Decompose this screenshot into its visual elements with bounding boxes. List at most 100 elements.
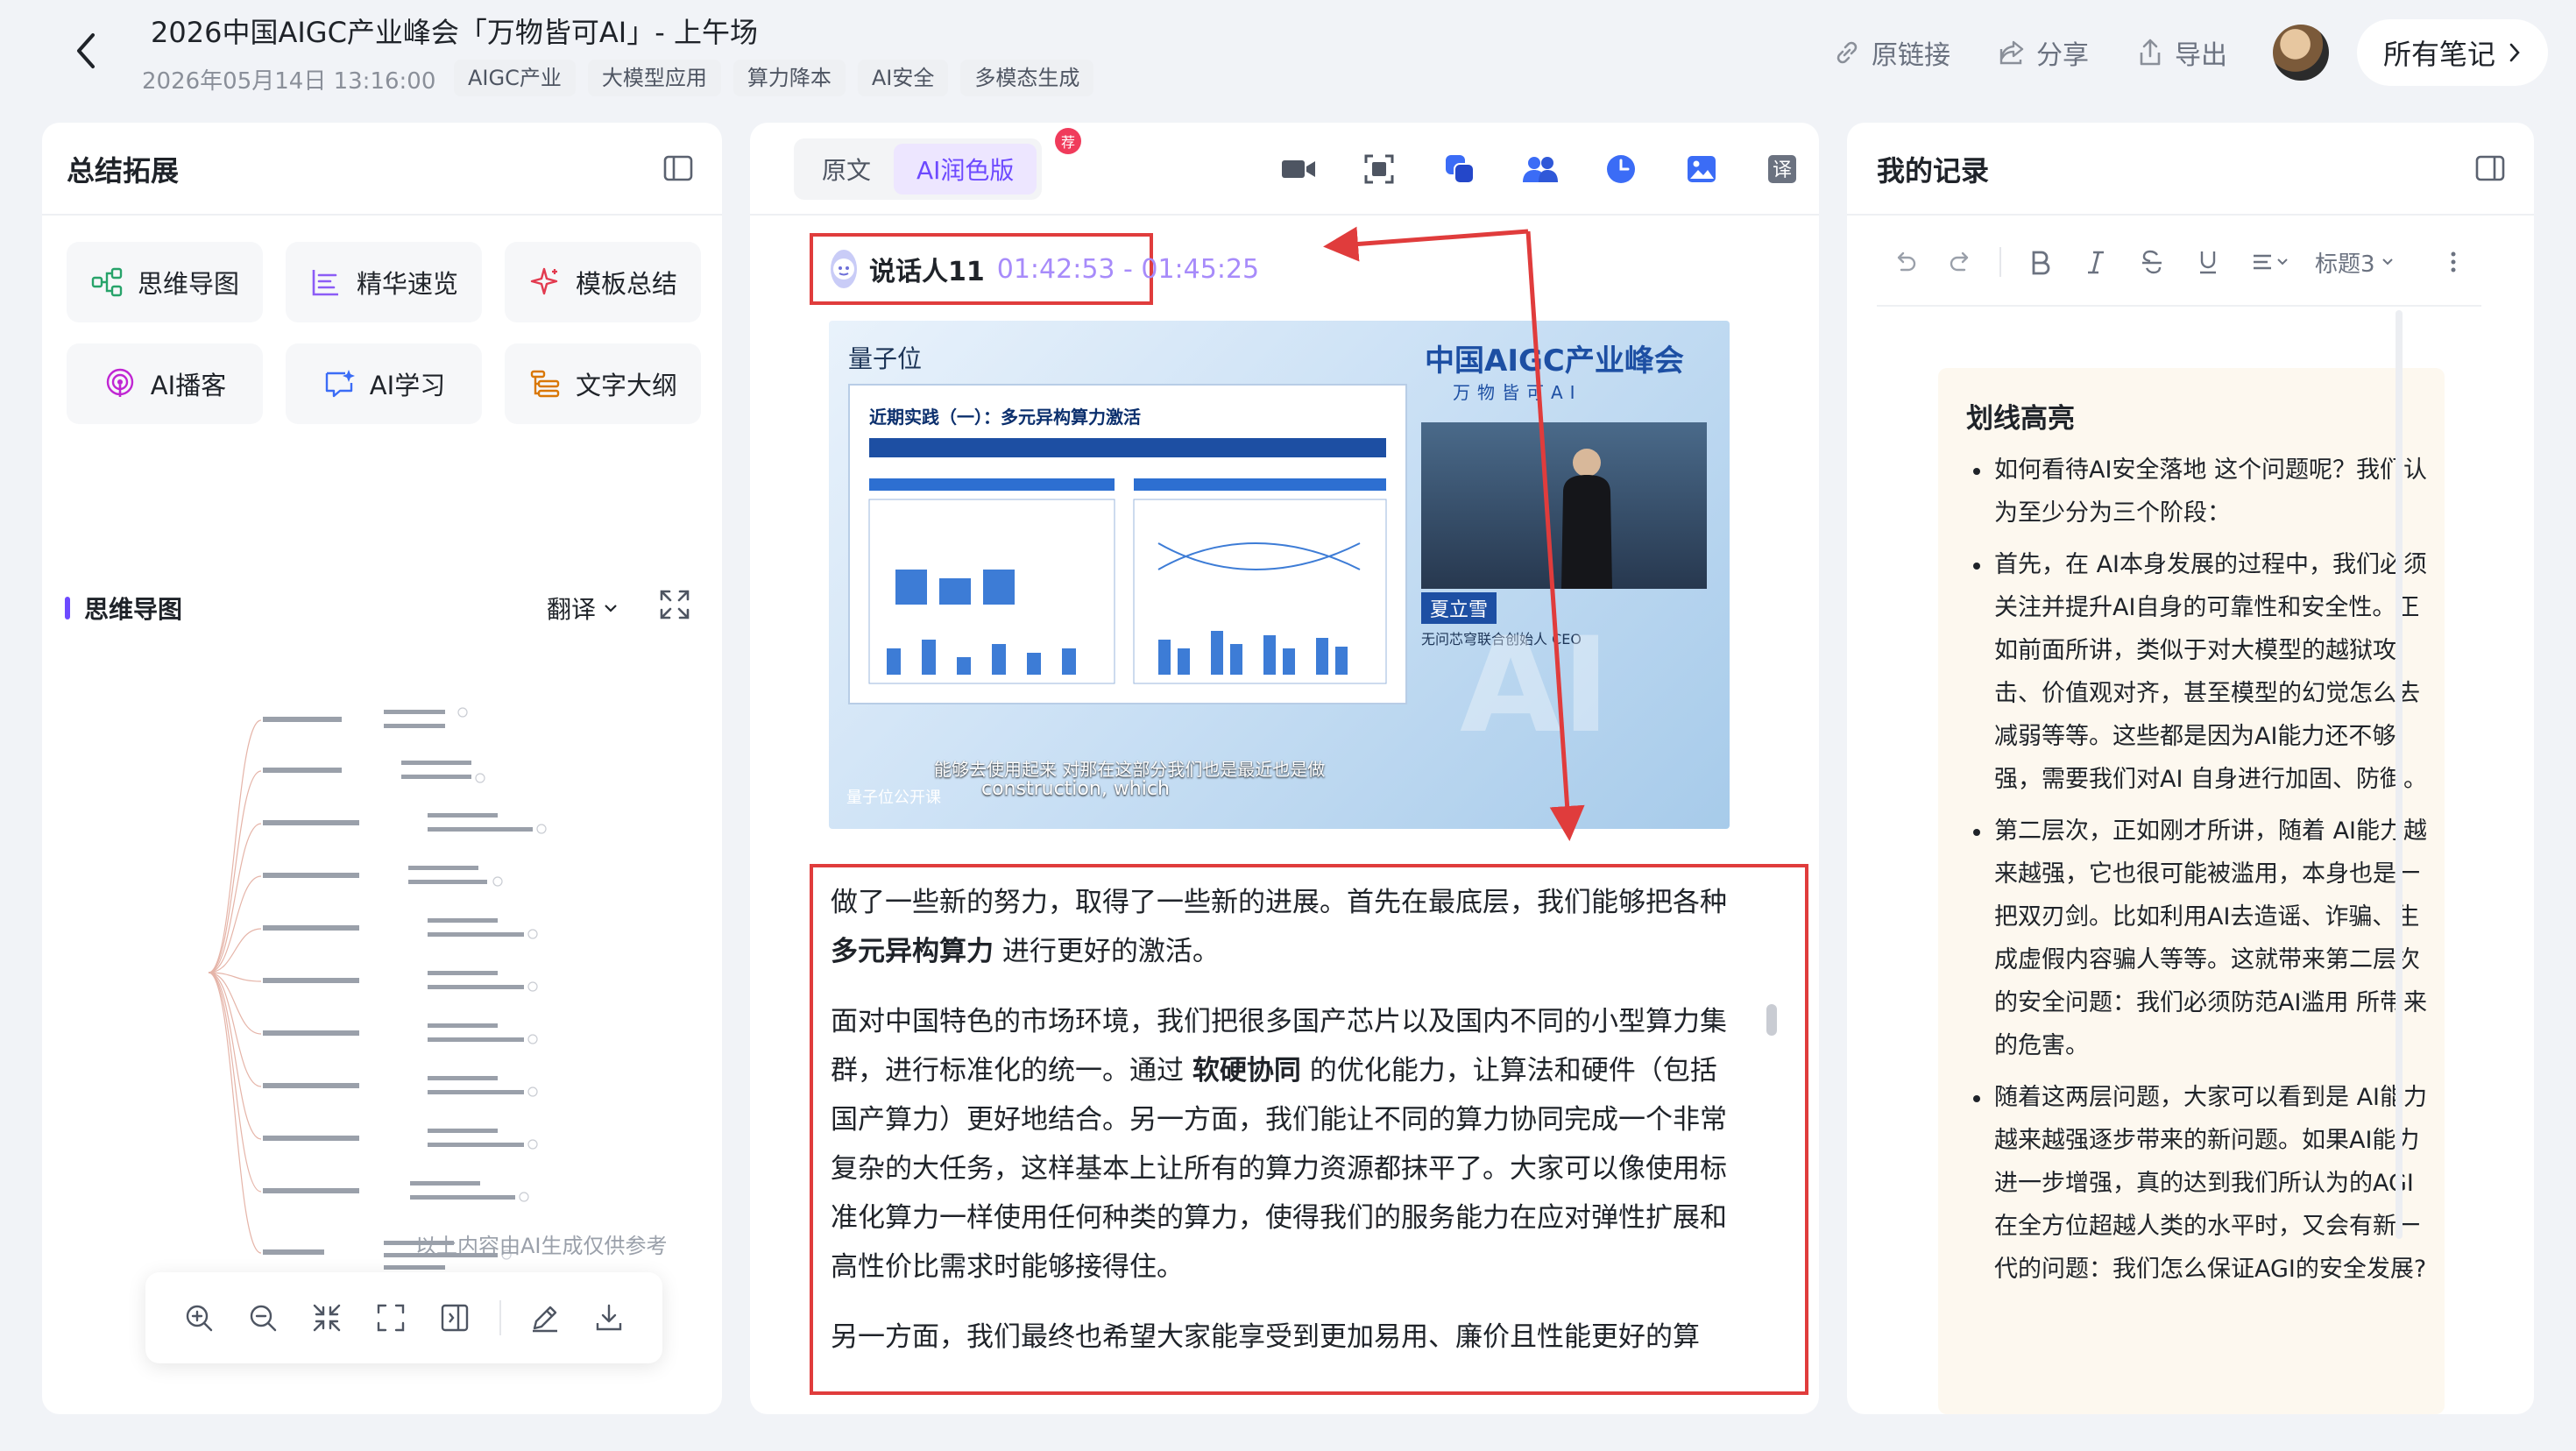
fullscreen-icon[interactable]	[657, 587, 692, 622]
highlight-item[interactable]: 随着这两层问题，大家可以看到是 AI能力越来越强逐步带来的新问题。如果AI能力进…	[1966, 1076, 2431, 1291]
redo-button[interactable]	[1933, 241, 1989, 283]
notes-scrollbar[interactable]	[2396, 310, 2403, 1239]
zoom-in-button[interactable]	[166, 1292, 230, 1344]
divider	[1999, 247, 2001, 277]
italic-button[interactable]	[2068, 241, 2124, 283]
highlight-card: 划线高亮 如何看待AI安全落地 这个问题呢？我们认为至少分为三个阶段： 首先，在…	[1938, 368, 2445, 1414]
speaker-time-range[interactable]: 01:42:53 - 01:45:25	[997, 254, 1259, 285]
layout-icon	[442, 1304, 469, 1332]
tag[interactable]: 算力降本	[732, 60, 846, 96]
transcript-text[interactable]: 做了一些新的努力，取得了一些新的进展。首先在最底层，我们能够把各种 多元异构算力…	[831, 878, 1742, 1383]
tab-original[interactable]: 原文	[799, 144, 894, 195]
share-button[interactable]: 分享	[1996, 33, 2089, 72]
capture-icon	[1364, 154, 1394, 184]
presentation-slide: 近期实践（一）：多元异构算力激活	[848, 384, 1407, 704]
image-button[interactable]	[1661, 147, 1742, 191]
tag[interactable]: 多模态生成	[960, 60, 1094, 96]
heading-dropdown[interactable]: 标题3	[2306, 246, 2403, 279]
transcript-scrollbar[interactable]	[1766, 1004, 1777, 1036]
podcast-icon	[106, 368, 133, 397]
chevron-down-icon	[2381, 258, 2393, 265]
export-button[interactable]: 导出	[2134, 33, 2227, 72]
translate-button[interactable]: 译	[1742, 147, 1822, 191]
video-conference-title: 中国AIGC产业峰会	[1425, 343, 1684, 379]
screenshot-button[interactable]	[1339, 147, 1419, 191]
tag[interactable]: AIGC产业	[454, 60, 576, 96]
chevron-down-icon	[605, 605, 617, 612]
transcript-panel-header: 原文 AI润色版 荐 译	[750, 123, 1819, 216]
copy-icon	[1446, 155, 1475, 184]
tool-text-outline[interactable]: 文字大纲	[505, 343, 701, 424]
undo-button[interactable]	[1877, 241, 1933, 283]
stage-ai-text: AI	[1460, 610, 1610, 762]
transcript-toolbar: 译	[1258, 147, 1822, 191]
tool-ai-learning[interactable]: AI学习	[286, 343, 482, 424]
video-button[interactable]	[1258, 147, 1339, 191]
panel-toggle-icon[interactable]	[662, 152, 694, 184]
fit-screen-icon	[377, 1304, 405, 1332]
all-notes-button[interactable]: 所有笔记	[2356, 19, 2548, 86]
download-button[interactable]	[577, 1292, 641, 1344]
video-player[interactable]: 量子位 中国AIGC产业峰会 万物皆可AI 近期实践（一）：多元异构算力激活 夏…	[829, 321, 1730, 829]
slide-title: 近期实践（一）：多元异构算力激活	[869, 407, 1141, 428]
record-datetime: 2026年05月14日 13:16:00	[142, 68, 436, 95]
keyword: 软硬协同	[1192, 1055, 1301, 1086]
edit-button[interactable]	[513, 1292, 577, 1344]
download-icon	[597, 1304, 622, 1331]
chevron-left-icon	[77, 33, 95, 68]
panel-toggle-icon[interactable]	[2474, 152, 2506, 184]
fit-screen-button[interactable]	[359, 1292, 423, 1344]
avatar[interactable]	[2272, 25, 2329, 81]
speakers-button[interactable]	[1500, 147, 1581, 191]
view-switch: 原文 AI润色版	[794, 138, 1043, 200]
translate-dropdown[interactable]: 翻译	[547, 591, 619, 626]
summary-panel: 总结拓展 思维导图 精华速览 模板总结 AI播客 AI学习 文字大纲 思维导图 …	[42, 123, 722, 1414]
tool-ai-podcast[interactable]: AI播客	[67, 343, 263, 424]
tool-mindmap[interactable]: 思维导图	[67, 242, 263, 322]
strikethrough-button[interactable]	[2124, 241, 2180, 283]
highlight-list: 如何看待AI安全落地 这个问题呢？我们认为至少分为三个阶段： 首先，在 AI本身…	[1966, 449, 2431, 1299]
speaker-header: 说话人11 01:42:53 - 01:45:25	[810, 233, 1259, 305]
editor-toolbar: 标题3	[1877, 237, 2481, 307]
timestamp-button[interactable]	[1581, 147, 1661, 191]
layout-button[interactable]	[423, 1292, 487, 1344]
tag[interactable]: 大模型应用	[587, 60, 721, 96]
mindmap-icon	[91, 267, 123, 297]
video-camera-icon	[1282, 160, 1315, 178]
transcript-paragraph: 面对中国特色的市场环境，我们把很多国产芯片以及国内不同的小型算力集群，进行标准化…	[831, 1006, 1727, 1283]
keyword: 多元异构算力	[831, 936, 994, 967]
underline-button[interactable]	[2180, 241, 2236, 283]
highlight-item[interactable]: 如何看待AI安全落地 这个问题呢？我们认为至少分为三个阶段：	[1966, 449, 2431, 534]
align-left-icon	[2254, 254, 2288, 270]
origin-link-button[interactable]: 原链接	[1831, 33, 1950, 72]
bold-button[interactable]	[2012, 241, 2068, 283]
zoom-out-button[interactable]	[230, 1292, 294, 1344]
transcript-paragraph: 做了一些新的努力，取得了一些新的进展。首先在最底层，我们能够把各种 多元异构算力…	[831, 887, 1727, 967]
mindmap-canvas[interactable]	[200, 640, 655, 1323]
highlight-item[interactable]: 第二层次，正如刚才所讲，随着 AI能力越来越强，它也很可能被滥用，本身也是一把双…	[1966, 810, 2431, 1067]
mindmap-section-header: 思维导图	[65, 591, 182, 626]
notes-panel-title: 我的记录	[1877, 154, 1990, 188]
users-icon	[1523, 157, 1558, 182]
align-dropdown[interactable]	[2236, 241, 2306, 283]
outline-icon	[530, 370, 560, 398]
page-title: 2026中国AIGC产业峰会「万物皆可AI」- 上午场	[151, 16, 758, 49]
tag[interactable]: AI安全	[857, 60, 949, 96]
tool-template-summary[interactable]: 模板总结	[505, 242, 701, 322]
strikethrough-icon	[2142, 250, 2162, 274]
tool-highlights[interactable]: 精华速览	[286, 242, 482, 322]
mindmap-toolbar	[145, 1272, 662, 1363]
more-button[interactable]	[2425, 241, 2481, 283]
chevron-right-icon	[2509, 43, 2520, 62]
copy-button[interactable]	[1419, 147, 1500, 191]
speaker-figure	[1561, 449, 1612, 589]
summary-panel-title: 总结拓展	[67, 154, 180, 188]
recommend-badge: 荐	[1055, 128, 1081, 154]
collapse-button[interactable]	[294, 1292, 358, 1344]
link-icon	[1836, 41, 1858, 64]
tool-grid: 思维导图 精华速览 模板总结 AI播客 AI学习 文字大纲	[67, 242, 701, 424]
tab-ai-polished[interactable]: AI润色版	[894, 144, 1037, 195]
back-button[interactable]	[61, 26, 110, 75]
highlight-item[interactable]: 首先，在 AI本身发展的过程中，我们必须关注并提升AI自身的可靠性和安全性。正如…	[1966, 543, 2431, 801]
svg-text:译: 译	[1773, 159, 1792, 181]
